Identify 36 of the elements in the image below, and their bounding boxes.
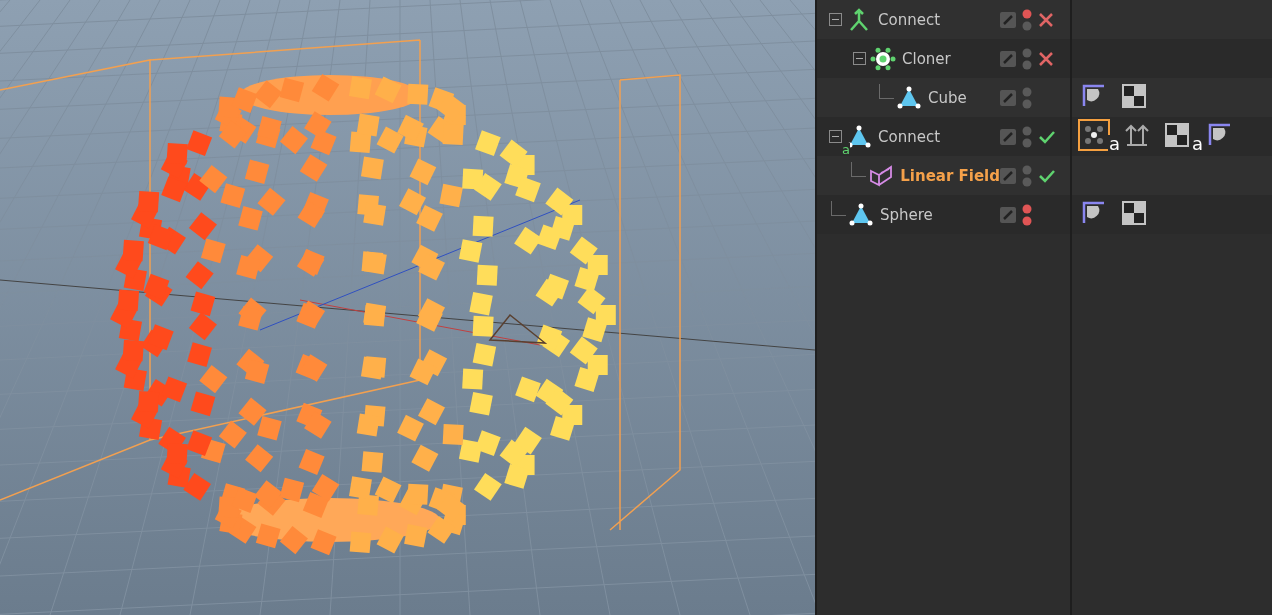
viewport-3d-scene-drawing[interactable] [0, 0, 815, 615]
cross-icon[interactable] [1038, 50, 1054, 67]
collapse-icon[interactable] [829, 13, 842, 26]
visibility-dots-icon[interactable] [1022, 85, 1032, 110]
object-name: Cloner [902, 49, 952, 68]
triangle-icon [896, 84, 922, 111]
collapse-icon[interactable] [829, 130, 842, 143]
visibility-dots-icon[interactable] [1022, 124, 1032, 149]
cross-icon[interactable] [1038, 11, 1054, 28]
collapse-icon[interactable] [853, 52, 866, 65]
object-name: Sphere [880, 205, 934, 224]
edit-icon[interactable] [1000, 128, 1016, 145]
letter-label: a [842, 142, 850, 156]
gear-icon [870, 45, 896, 72]
edit-icon[interactable] [1000, 206, 1016, 223]
object-name: Cube [928, 88, 968, 107]
checker-tag-icon [1121, 83, 1147, 109]
object-tag[interactable] [1078, 119, 1110, 151]
checker-tag-icon [1164, 122, 1191, 148]
visibility-dots-icon[interactable] [1022, 163, 1032, 188]
edit-icon[interactable] [1000, 11, 1016, 28]
phong-tag-icon [1081, 83, 1107, 109]
checker-tag-icon [1121, 200, 1147, 226]
object-name: Connect [878, 10, 942, 29]
edit-icon[interactable] [1000, 50, 1016, 67]
visibility-dots-icon[interactable] [1022, 7, 1032, 32]
letter-label: a [1108, 135, 1122, 153]
phong-tag-icon [1081, 200, 1107, 226]
visibility-dots-icon[interactable] [1022, 46, 1032, 71]
triangle-icon [848, 201, 874, 228]
object-name: Linear Field [900, 166, 1000, 185]
edit-icon[interactable] [1000, 167, 1016, 184]
visibility-dots-icon[interactable] [1022, 202, 1032, 227]
dots-tag-icon [1082, 123, 1106, 147]
edit-icon[interactable] [1000, 89, 1016, 106]
object-name: Connect [878, 127, 942, 146]
